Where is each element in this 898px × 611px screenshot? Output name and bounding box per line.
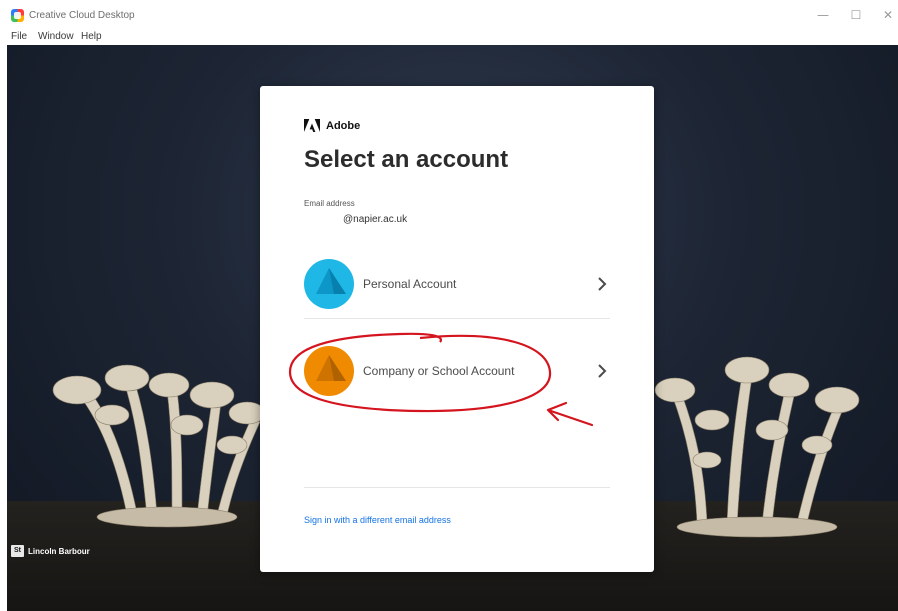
photo-credit-name: Lincoln Barbour (28, 546, 90, 556)
page-title: Select an account (304, 146, 509, 173)
adobe-logo-icon (304, 119, 320, 132)
account-select-dialog: Adobe Select an account Email address @n… (260, 86, 654, 572)
company-account-label: Company or School Account (363, 364, 515, 378)
divider (304, 487, 610, 488)
company-school-account-option[interactable]: Company or School Account (304, 336, 610, 406)
email-label: Email address (304, 199, 355, 208)
creative-cloud-icon (11, 9, 24, 22)
chevron-right-icon (598, 276, 607, 291)
title-bar: Creative Cloud Desktop — ☐ ✕ (0, 0, 898, 29)
menu-bar: File Window Help (0, 29, 898, 45)
maximize-button[interactable]: ☐ (848, 7, 864, 23)
photo-credit: St Lincoln Barbour (11, 545, 90, 557)
stock-badge: St (11, 545, 24, 557)
sign-in-different-email-link[interactable]: Sign in with a different email address (304, 515, 451, 525)
chevron-right-icon (598, 364, 607, 378)
window-title: Creative Cloud Desktop (29, 10, 135, 21)
adobe-wordmark: Adobe (326, 119, 361, 132)
menu-help[interactable]: Help (81, 31, 102, 42)
personal-account-option[interactable]: Personal Account (304, 249, 610, 319)
menu-file[interactable]: File (11, 31, 27, 42)
menu-window[interactable]: Window (38, 31, 74, 42)
adobe-brand: Adobe (304, 119, 360, 132)
close-button[interactable]: ✕ (880, 7, 896, 23)
personal-account-label: Personal Account (363, 276, 457, 291)
company-account-icon (304, 346, 354, 396)
minimize-button[interactable]: — (815, 7, 831, 23)
email-value: @napier.ac.uk (343, 214, 408, 225)
personal-account-icon (304, 258, 354, 309)
window-left-edge (0, 45, 7, 611)
